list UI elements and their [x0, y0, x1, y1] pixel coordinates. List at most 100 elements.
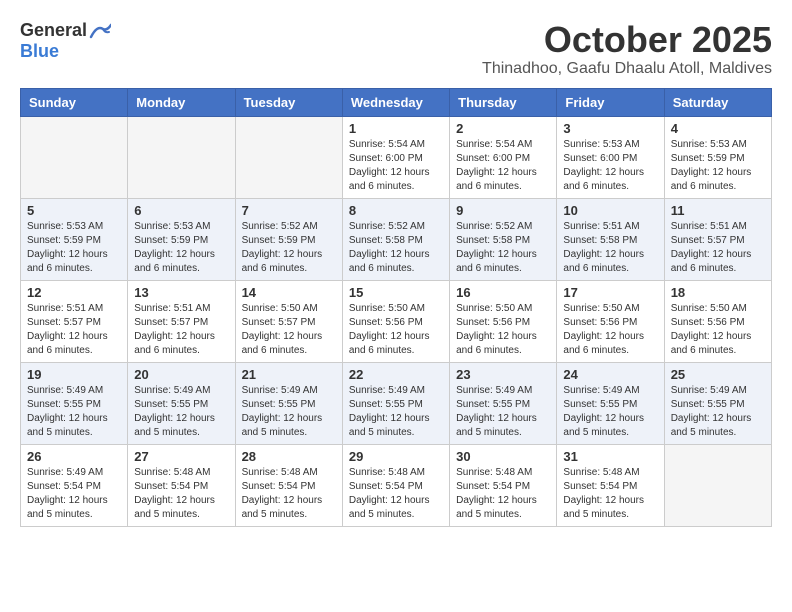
calendar-cell: 6 Sunrise: 5:53 AM Sunset: 5:59 PM Daylig…	[128, 198, 235, 280]
weekday-header: Thursday	[450, 88, 557, 116]
calendar-cell: 25 Sunrise: 5:49 AM Sunset: 5:55 PM Dayli…	[664, 362, 771, 444]
calendar-cell: 26 Sunrise: 5:49 AM Sunset: 5:54 PM Dayli…	[21, 444, 128, 526]
calendar-cell: 20 Sunrise: 5:49 AM Sunset: 5:55 PM Dayli…	[128, 362, 235, 444]
calendar-cell: 17 Sunrise: 5:50 AM Sunset: 5:56 PM Dayli…	[557, 280, 664, 362]
day-info: Sunrise: 5:52 AM Sunset: 5:58 PM Dayligh…	[456, 220, 550, 276]
day-info: Sunrise: 5:49 AM Sunset: 5:55 PM Dayligh…	[242, 384, 336, 440]
weekday-header: Wednesday	[342, 88, 449, 116]
calendar-week-row: 19 Sunrise: 5:49 AM Sunset: 5:55 PM Dayli…	[21, 362, 772, 444]
day-number: 16	[456, 285, 550, 300]
day-info: Sunrise: 5:53 AM Sunset: 6:00 PM Dayligh…	[563, 138, 657, 194]
day-number: 8	[349, 203, 443, 218]
day-number: 18	[671, 285, 765, 300]
day-info: Sunrise: 5:52 AM Sunset: 5:59 PM Dayligh…	[242, 220, 336, 276]
weekday-header: Friday	[557, 88, 664, 116]
day-info: Sunrise: 5:49 AM Sunset: 5:55 PM Dayligh…	[134, 384, 228, 440]
calendar-week-row: 26 Sunrise: 5:49 AM Sunset: 5:54 PM Dayli…	[21, 444, 772, 526]
day-number: 1	[349, 121, 443, 136]
day-number: 6	[134, 203, 228, 218]
weekday-header: Tuesday	[235, 88, 342, 116]
day-number: 28	[242, 449, 336, 464]
day-info: Sunrise: 5:51 AM Sunset: 5:57 PM Dayligh…	[134, 302, 228, 358]
day-number: 20	[134, 367, 228, 382]
day-info: Sunrise: 5:53 AM Sunset: 5:59 PM Dayligh…	[27, 220, 121, 276]
calendar-cell: 15 Sunrise: 5:50 AM Sunset: 5:56 PM Dayli…	[342, 280, 449, 362]
day-number: 30	[456, 449, 550, 464]
calendar-cell: 21 Sunrise: 5:49 AM Sunset: 5:55 PM Dayli…	[235, 362, 342, 444]
day-number: 23	[456, 367, 550, 382]
logo-bird-icon	[89, 23, 111, 39]
day-number: 21	[242, 367, 336, 382]
day-number: 25	[671, 367, 765, 382]
title-section: October 2025 Thinadhoo, Gaafu Dhaalu Ato…	[482, 20, 772, 78]
day-number: 26	[27, 449, 121, 464]
day-info: Sunrise: 5:51 AM Sunset: 5:57 PM Dayligh…	[27, 302, 121, 358]
calendar-week-row: 12 Sunrise: 5:51 AM Sunset: 5:57 PM Dayli…	[21, 280, 772, 362]
calendar-cell: 1 Sunrise: 5:54 AM Sunset: 6:00 PM Daylig…	[342, 116, 449, 198]
day-info: Sunrise: 5:50 AM Sunset: 5:56 PM Dayligh…	[456, 302, 550, 358]
day-number: 22	[349, 367, 443, 382]
day-info: Sunrise: 5:49 AM Sunset: 5:55 PM Dayligh…	[27, 384, 121, 440]
calendar-cell: 31 Sunrise: 5:48 AM Sunset: 5:54 PM Dayli…	[557, 444, 664, 526]
day-info: Sunrise: 5:48 AM Sunset: 5:54 PM Dayligh…	[349, 466, 443, 522]
weekday-header: Sunday	[21, 88, 128, 116]
calendar-cell	[128, 116, 235, 198]
calendar-week-row: 1 Sunrise: 5:54 AM Sunset: 6:00 PM Daylig…	[21, 116, 772, 198]
day-info: Sunrise: 5:50 AM Sunset: 5:56 PM Dayligh…	[563, 302, 657, 358]
day-number: 19	[27, 367, 121, 382]
logo-blue: Blue	[20, 41, 59, 62]
day-number: 5	[27, 203, 121, 218]
day-number: 13	[134, 285, 228, 300]
logo: General Blue	[20, 20, 111, 62]
day-number: 17	[563, 285, 657, 300]
day-number: 27	[134, 449, 228, 464]
calendar-table: SundayMondayTuesdayWednesdayThursdayFrid…	[20, 88, 772, 527]
calendar-cell: 14Sunrise: 5:50 AM Sunset: 5:57 PM Dayli…	[235, 280, 342, 362]
weekday-header: Monday	[128, 88, 235, 116]
day-info: Sunrise: 5:49 AM Sunset: 5:55 PM Dayligh…	[349, 384, 443, 440]
calendar-cell: 3Sunrise: 5:53 AM Sunset: 6:00 PM Daylig…	[557, 116, 664, 198]
day-number: 31	[563, 449, 657, 464]
calendar-cell: 18 Sunrise: 5:50 AM Sunset: 5:56 PM Dayli…	[664, 280, 771, 362]
day-info: Sunrise: 5:48 AM Sunset: 5:54 PM Dayligh…	[456, 466, 550, 522]
day-info: Sunrise: 5:49 AM Sunset: 5:54 PM Dayligh…	[27, 466, 121, 522]
day-info: Sunrise: 5:48 AM Sunset: 5:54 PM Dayligh…	[563, 466, 657, 522]
day-number: 24	[563, 367, 657, 382]
day-number: 15	[349, 285, 443, 300]
calendar-cell: 13 Sunrise: 5:51 AM Sunset: 5:57 PM Dayli…	[128, 280, 235, 362]
page-header: General Blue October 2025 Thinadhoo, Gaa…	[20, 20, 772, 78]
month-title: October 2025	[482, 20, 772, 60]
day-info: Sunrise: 5:48 AM Sunset: 5:54 PM Dayligh…	[134, 466, 228, 522]
logo-general: General	[20, 20, 87, 41]
day-info: Sunrise: 5:50 AM Sunset: 5:56 PM Dayligh…	[671, 302, 765, 358]
day-info: Sunrise: 5:54 AM Sunset: 6:00 PM Dayligh…	[349, 138, 443, 194]
day-number: 11	[671, 203, 765, 218]
calendar-cell	[21, 116, 128, 198]
calendar-cell: 27 Sunrise: 5:48 AM Sunset: 5:54 PM Dayli…	[128, 444, 235, 526]
calendar-cell: 9 Sunrise: 5:52 AM Sunset: 5:58 PM Daylig…	[450, 198, 557, 280]
weekday-header-row: SundayMondayTuesdayWednesdayThursdayFrid…	[21, 88, 772, 116]
calendar-cell: 19 Sunrise: 5:49 AM Sunset: 5:55 PM Dayli…	[21, 362, 128, 444]
day-number: 7	[242, 203, 336, 218]
calendar-cell: 24Sunrise: 5:49 AM Sunset: 5:55 PM Dayli…	[557, 362, 664, 444]
day-info: Sunrise: 5:51 AM Sunset: 5:57 PM Dayligh…	[671, 220, 765, 276]
calendar-cell: 30 Sunrise: 5:48 AM Sunset: 5:54 PM Dayli…	[450, 444, 557, 526]
calendar-cell: 23Sunrise: 5:49 AM Sunset: 5:55 PM Dayli…	[450, 362, 557, 444]
calendar-cell: 28 Sunrise: 5:48 AM Sunset: 5:54 PM Dayli…	[235, 444, 342, 526]
calendar-cell: 29Sunrise: 5:48 AM Sunset: 5:54 PM Dayli…	[342, 444, 449, 526]
day-info: Sunrise: 5:52 AM Sunset: 5:58 PM Dayligh…	[349, 220, 443, 276]
day-info: Sunrise: 5:49 AM Sunset: 5:55 PM Dayligh…	[671, 384, 765, 440]
calendar-cell: 10Sunrise: 5:51 AM Sunset: 5:58 PM Dayli…	[557, 198, 664, 280]
calendar-cell: 2Sunrise: 5:54 AM Sunset: 6:00 PM Daylig…	[450, 116, 557, 198]
day-info: Sunrise: 5:50 AM Sunset: 5:57 PM Dayligh…	[242, 302, 336, 358]
day-number: 4	[671, 121, 765, 136]
calendar-cell: 5 Sunrise: 5:53 AM Sunset: 5:59 PM Daylig…	[21, 198, 128, 280]
calendar-cell: 7 Sunrise: 5:52 AM Sunset: 5:59 PM Daylig…	[235, 198, 342, 280]
day-number: 9	[456, 203, 550, 218]
day-number: 12	[27, 285, 121, 300]
day-number: 10	[563, 203, 657, 218]
calendar-week-row: 5 Sunrise: 5:53 AM Sunset: 5:59 PM Daylig…	[21, 198, 772, 280]
day-info: Sunrise: 5:53 AM Sunset: 5:59 PM Dayligh…	[134, 220, 228, 276]
day-info: Sunrise: 5:48 AM Sunset: 5:54 PM Dayligh…	[242, 466, 336, 522]
day-info: Sunrise: 5:50 AM Sunset: 5:56 PM Dayligh…	[349, 302, 443, 358]
